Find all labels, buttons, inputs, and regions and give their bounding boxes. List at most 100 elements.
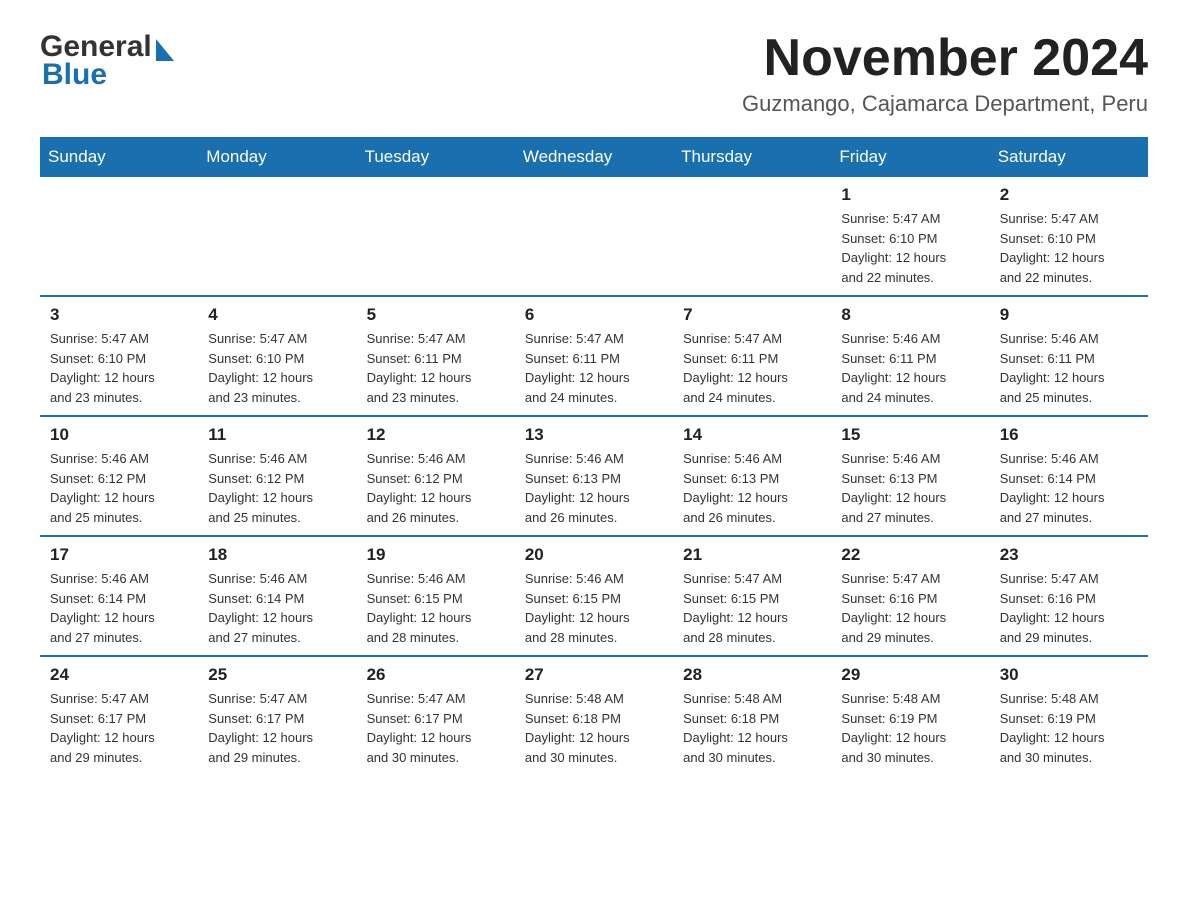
day-number: 7 [683,305,821,325]
header-friday: Friday [831,137,989,177]
day-number: 30 [1000,665,1138,685]
logo: General Blue [40,30,174,92]
day-number: 15 [841,425,979,445]
header-sunday: Sunday [40,137,198,177]
day-number: 4 [208,305,346,325]
day-number: 19 [367,545,505,565]
calendar-cell: 7Sunrise: 5:47 AM Sunset: 6:11 PM Daylig… [673,296,831,416]
day-info: Sunrise: 5:46 AM Sunset: 6:12 PM Dayligh… [367,449,505,527]
day-info: Sunrise: 5:47 AM Sunset: 6:10 PM Dayligh… [1000,209,1138,287]
day-info: Sunrise: 5:48 AM Sunset: 6:18 PM Dayligh… [525,689,663,767]
calendar-cell: 15Sunrise: 5:46 AM Sunset: 6:13 PM Dayli… [831,416,989,536]
calendar-cell: 2 Sunrise: 5:47 AM Sunset: 6:10 PM Daylig… [990,177,1148,296]
week-row-2: 3 Sunrise: 5:47 AM Sunset: 6:10 PM Daylig… [40,296,1148,416]
day-info: Sunrise: 5:47 AM Sunset: 6:10 PM Dayligh… [841,209,979,287]
day-number: 5 [367,305,505,325]
calendar-cell [198,177,356,296]
calendar-cell: 10Sunrise: 5:46 AM Sunset: 6:12 PM Dayli… [40,416,198,536]
calendar-cell: 25 Sunrise: 5:47 AM Sunset: 6:17 PM Dayli… [198,656,356,775]
day-number: 18 [208,545,346,565]
day-info: Sunrise: 5:46 AM Sunset: 6:13 PM Dayligh… [525,449,663,527]
calendar-cell: 8 Sunrise: 5:46 AM Sunset: 6:11 PM Daylig… [831,296,989,416]
logo-blue-text: Blue [42,58,107,92]
calendar-cell [515,177,673,296]
day-number: 1 [841,185,979,205]
day-info: Sunrise: 5:46 AM Sunset: 6:14 PM Dayligh… [208,569,346,647]
day-info: Sunrise: 5:46 AM Sunset: 6:15 PM Dayligh… [525,569,663,647]
calendar-header-row: SundayMondayTuesdayWednesdayThursdayFrid… [40,137,1148,177]
header-tuesday: Tuesday [357,137,515,177]
day-info: Sunrise: 5:46 AM Sunset: 6:12 PM Dayligh… [50,449,188,527]
day-number: 3 [50,305,188,325]
calendar-table: SundayMondayTuesdayWednesdayThursdayFrid… [40,137,1148,775]
day-info: Sunrise: 5:47 AM Sunset: 6:16 PM Dayligh… [841,569,979,647]
calendar-cell: 3 Sunrise: 5:47 AM Sunset: 6:10 PM Daylig… [40,296,198,416]
calendar-cell: 18 Sunrise: 5:46 AM Sunset: 6:14 PM Dayli… [198,536,356,656]
logo-triangle-icon [156,39,174,61]
day-number: 27 [525,665,663,685]
day-number: 12 [367,425,505,445]
month-title: November 2024 [742,30,1148,87]
calendar-cell: 5Sunrise: 5:47 AM Sunset: 6:11 PM Daylig… [357,296,515,416]
calendar-cell: 6Sunrise: 5:47 AM Sunset: 6:11 PM Daylig… [515,296,673,416]
day-number: 11 [208,425,346,445]
day-info: Sunrise: 5:46 AM Sunset: 6:14 PM Dayligh… [50,569,188,647]
day-info: Sunrise: 5:48 AM Sunset: 6:19 PM Dayligh… [841,689,979,767]
day-number: 16 [1000,425,1138,445]
day-info: Sunrise: 5:47 AM Sunset: 6:16 PM Dayligh… [1000,569,1138,647]
day-number: 2 [1000,185,1138,205]
day-info: Sunrise: 5:46 AM Sunset: 6:15 PM Dayligh… [367,569,505,647]
calendar-cell: 20 Sunrise: 5:46 AM Sunset: 6:15 PM Dayli… [515,536,673,656]
day-info: Sunrise: 5:46 AM Sunset: 6:12 PM Dayligh… [208,449,346,527]
day-number: 25 [208,665,346,685]
day-number: 17 [50,545,188,565]
day-number: 22 [841,545,979,565]
day-info: Sunrise: 5:47 AM Sunset: 6:17 PM Dayligh… [208,689,346,767]
calendar-cell: 23Sunrise: 5:47 AM Sunset: 6:16 PM Dayli… [990,536,1148,656]
day-number: 8 [841,305,979,325]
calendar-cell: 24Sunrise: 5:47 AM Sunset: 6:17 PM Dayli… [40,656,198,775]
week-row-1: 1 Sunrise: 5:47 AM Sunset: 6:10 PM Daylig… [40,177,1148,296]
day-number: 26 [367,665,505,685]
calendar-cell: 22 Sunrise: 5:47 AM Sunset: 6:16 PM Dayli… [831,536,989,656]
day-info: Sunrise: 5:48 AM Sunset: 6:18 PM Dayligh… [683,689,821,767]
calendar-cell: 14 Sunrise: 5:46 AM Sunset: 6:13 PM Dayli… [673,416,831,536]
calendar-cell: 12 Sunrise: 5:46 AM Sunset: 6:12 PM Dayli… [357,416,515,536]
header-wednesday: Wednesday [515,137,673,177]
day-info: Sunrise: 5:47 AM Sunset: 6:10 PM Dayligh… [208,329,346,407]
day-number: 28 [683,665,821,685]
calendar-cell: 29Sunrise: 5:48 AM Sunset: 6:19 PM Dayli… [831,656,989,775]
header-saturday: Saturday [990,137,1148,177]
day-number: 14 [683,425,821,445]
week-row-5: 24Sunrise: 5:47 AM Sunset: 6:17 PM Dayli… [40,656,1148,775]
day-info: Sunrise: 5:47 AM Sunset: 6:15 PM Dayligh… [683,569,821,647]
day-info: Sunrise: 5:48 AM Sunset: 6:19 PM Dayligh… [1000,689,1138,767]
calendar-cell: 19 Sunrise: 5:46 AM Sunset: 6:15 PM Dayli… [357,536,515,656]
day-info: Sunrise: 5:47 AM Sunset: 6:17 PM Dayligh… [50,689,188,767]
page-header: General Blue November 2024 Guzmango, Caj… [40,30,1148,117]
day-number: 20 [525,545,663,565]
calendar-cell: 27 Sunrise: 5:48 AM Sunset: 6:18 PM Dayli… [515,656,673,775]
calendar-cell [357,177,515,296]
day-number: 13 [525,425,663,445]
title-section: November 2024 Guzmango, Cajamarca Depart… [742,30,1148,117]
day-info: Sunrise: 5:46 AM Sunset: 6:11 PM Dayligh… [1000,329,1138,407]
header-monday: Monday [198,137,356,177]
calendar-cell: 21Sunrise: 5:47 AM Sunset: 6:15 PM Dayli… [673,536,831,656]
header-thursday: Thursday [673,137,831,177]
calendar-cell [673,177,831,296]
calendar-cell: 9Sunrise: 5:46 AM Sunset: 6:11 PM Daylig… [990,296,1148,416]
day-info: Sunrise: 5:47 AM Sunset: 6:10 PM Dayligh… [50,329,188,407]
calendar-cell: 17 Sunrise: 5:46 AM Sunset: 6:14 PM Dayli… [40,536,198,656]
calendar-cell: 13 Sunrise: 5:46 AM Sunset: 6:13 PM Dayli… [515,416,673,536]
calendar-cell: 16 Sunrise: 5:46 AM Sunset: 6:14 PM Dayli… [990,416,1148,536]
calendar-cell: 26 Sunrise: 5:47 AM Sunset: 6:17 PM Dayli… [357,656,515,775]
day-info: Sunrise: 5:46 AM Sunset: 6:11 PM Dayligh… [841,329,979,407]
calendar-cell: 1 Sunrise: 5:47 AM Sunset: 6:10 PM Daylig… [831,177,989,296]
calendar-cell: 28 Sunrise: 5:48 AM Sunset: 6:18 PM Dayli… [673,656,831,775]
day-info: Sunrise: 5:46 AM Sunset: 6:13 PM Dayligh… [683,449,821,527]
day-number: 6 [525,305,663,325]
week-row-4: 17 Sunrise: 5:46 AM Sunset: 6:14 PM Dayli… [40,536,1148,656]
day-info: Sunrise: 5:47 AM Sunset: 6:17 PM Dayligh… [367,689,505,767]
day-info: Sunrise: 5:46 AM Sunset: 6:14 PM Dayligh… [1000,449,1138,527]
